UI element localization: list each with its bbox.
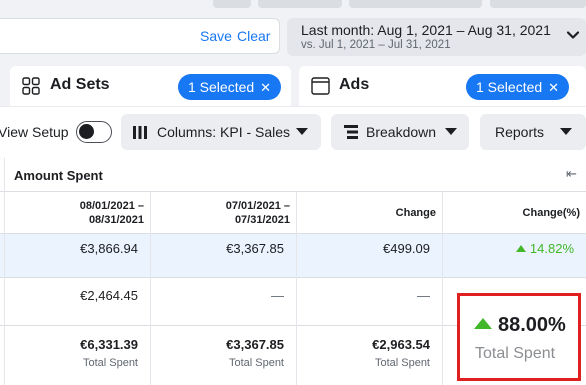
reports-label: Reports [495,124,545,140]
top-tab[interactable] [213,0,251,8]
cell-period-2: €3,367.85 [226,241,284,256]
total-sub-label: Total Spent [475,345,556,362]
top-tab[interactable] [258,0,342,8]
reports-button[interactable]: Reports [480,114,586,150]
col-header-text: Change [395,207,436,219]
top-strip [0,0,586,8]
caret-down-icon [560,128,572,135]
trend-up-icon [515,245,526,252]
total-change-pct-value: 88.00% [498,314,566,336]
highlighted-total-change-pct: 88.00% Total Spent [457,293,581,381]
date-compare-label: vs. Jul 1, 2021 – Jul 31, 2021 [301,39,451,51]
divider [4,192,5,385]
cell-change-pct-value: 14.82% [529,241,574,256]
divider [296,192,297,385]
columns-icon [133,126,147,139]
ad-window-icon [311,77,330,95]
col-header-period-1[interactable]: 08/01/2021 – 08/31/2021 [0,192,150,234]
divider [442,192,443,385]
col-header-change-pct[interactable]: Change(%) [442,192,586,234]
total-change-pct: 88.00% [474,314,566,337]
cell-change: — [417,288,430,303]
chevron-down-icon [566,31,580,39]
grid-icon [22,77,40,95]
columns-button[interactable]: Columns: KPI - Sales [121,114,321,150]
cell-change: €499.09 [383,241,430,256]
total-change: €2,963.54 [372,337,430,352]
divider [150,192,151,385]
total-period-1: €6,331.39 [80,337,138,352]
col-header-text: 07/01/2021 – [225,200,290,212]
breakdown-label: Breakdown [366,124,437,140]
divider [4,158,5,192]
total-sub-label: Total Spent [228,357,284,369]
date-range-label: Last month: Aug 1, 2021 – Aug 31, 2021 [301,22,551,38]
col-header-period-2[interactable]: 07/01/2021 – 07/31/2021 [150,192,296,234]
cell-change-pct: 14.82% [515,241,574,256]
pill-label: 1 Selected [476,79,543,95]
view-setup-toggle[interactable] [76,121,112,143]
breakdown-icon [344,125,358,139]
total-sub-label: Total Spent [82,357,138,369]
pill-label: 1 Selected [188,79,255,95]
date-range-picker[interactable]: Last month: Aug 1, 2021 – Aug 31, 2021 v… [287,18,586,56]
col-header-change[interactable]: Change [296,192,442,234]
total-period-2: €3,367.85 [226,337,284,352]
view-setup-label: View Setup [0,124,69,140]
toggle-knob [79,124,94,139]
total-sub-label: Total Spent [374,357,430,369]
columns-label: Columns: KPI - Sales [157,124,291,140]
breakdown-button[interactable]: Breakdown [331,114,469,150]
clear-filter-link[interactable]: Clear [237,28,270,44]
column-group-title: Amount Spent [14,168,103,183]
col-header-text: 08/01/2021 – [79,200,144,212]
save-filter-link[interactable]: Save [200,28,232,44]
cell-period-2: — [271,288,284,303]
caret-down-icon [296,128,308,135]
close-icon[interactable]: ✕ [548,80,559,95]
top-tab[interactable] [349,0,482,8]
ad-sets-selected-pill[interactable]: 1 Selected ✕ [178,74,282,100]
collapse-icon[interactable]: ⇤ [566,166,577,182]
cell-period-1: €2,464.45 [80,288,138,303]
tab-ads-label: Ads [339,76,370,93]
tab-ad-sets-label: Ad Sets [50,76,110,93]
trend-up-icon [474,318,492,329]
cell-period-1: €3,866.94 [80,241,138,256]
top-tab[interactable] [490,0,586,8]
tab-ad-sets[interactable]: Ad Sets 1 Selected ✕ [10,66,291,106]
col-header-text: 07/31/2021 [234,214,290,226]
caret-down-icon [445,128,457,135]
close-icon[interactable]: ✕ [260,80,271,95]
col-header-text: Change(%) [522,207,580,219]
ads-selected-pill[interactable]: 1 Selected ✕ [466,74,570,100]
col-header-text: 08/31/2021 [88,214,144,226]
tab-ads[interactable]: Ads 1 Selected ✕ [299,66,586,106]
